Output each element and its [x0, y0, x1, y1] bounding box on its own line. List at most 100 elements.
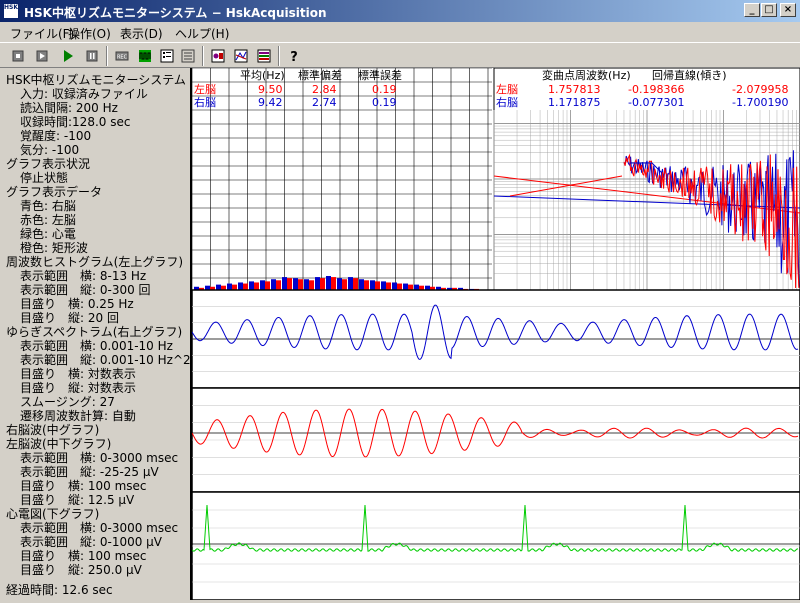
- info-line: 周波数ヒストグラム(左上グラフ): [6, 255, 184, 269]
- info-line: 収録時間:128.0 sec: [20, 115, 131, 129]
- histogram-bar-right: [227, 283, 232, 290]
- info-line: 覚醒度: -100: [20, 129, 92, 143]
- menu-file[interactable]: ファイル(F): [10, 25, 74, 42]
- histogram-header: 標準誤差: [358, 68, 402, 82]
- filter-button[interactable]: [231, 46, 251, 66]
- histogram-value: 9.42: [258, 96, 283, 109]
- histogram-value: 0.19: [372, 83, 397, 96]
- info-line: 経過時間: 12.6 sec: [6, 583, 113, 597]
- list-button[interactable]: [157, 46, 177, 66]
- settings-icon: [181, 49, 195, 63]
- settings-button[interactable]: [178, 46, 198, 66]
- info-line: 心電図(下グラフ): [6, 507, 100, 521]
- play-button[interactable]: [58, 46, 78, 66]
- info-line: グラフ表示状況: [6, 157, 91, 171]
- stop-record-icon: [12, 50, 24, 62]
- histogram-bar-left: [364, 280, 369, 290]
- config-icon: [211, 49, 225, 63]
- maximize-button[interactable]: □: [761, 3, 777, 17]
- info-line: 目盛り 縦: 12.5 μV: [20, 493, 135, 507]
- spectrum-value: -1.700190: [732, 96, 788, 109]
- info-line: HSK中枢リズムモニターシステム: [6, 73, 186, 87]
- spectrum-row-label: 左脳: [496, 83, 518, 96]
- chart-button[interactable]: [254, 46, 274, 66]
- histogram-bar-right: [260, 280, 265, 290]
- histogram-value: 9.50: [258, 83, 283, 96]
- info-line: スムージング: 27: [20, 395, 115, 409]
- menu-view[interactable]: 表示(D): [120, 25, 163, 42]
- rec-button[interactable]: REC: [112, 46, 132, 66]
- play-icon: [64, 50, 73, 62]
- pause-button[interactable]: [82, 46, 102, 66]
- histogram-bar-right: [315, 277, 320, 290]
- histogram-header: 標準偏差: [298, 68, 342, 82]
- info-line: 赤色: 左脳: [20, 213, 76, 227]
- toolbar-separator: [278, 46, 280, 66]
- info-line: 目盛り 縦: 250.0 μV: [20, 563, 142, 577]
- step-icon: [36, 50, 48, 62]
- title-bar: HSK HSK中枢リズムモニターシステム − HskAcquisition _ …: [0, 0, 800, 22]
- waveform-button[interactable]: [135, 46, 155, 66]
- info-line: 入力: 収録済みファイル: [20, 87, 148, 101]
- spectrum-row-label: 右脳: [496, 95, 518, 109]
- histogram-bar-right: [348, 277, 353, 290]
- app-icon: HSK: [3, 3, 19, 19]
- info-line: 緑色: 心電: [20, 227, 76, 241]
- histogram-value: 0.19: [372, 96, 397, 109]
- chart-icon: [257, 49, 271, 63]
- info-line: 目盛り 縦: 対数表示: [20, 381, 136, 395]
- histogram-bar-left: [331, 277, 336, 290]
- histogram-row-label: 左脳: [194, 83, 216, 96]
- info-panel: HSK中枢リズムモニターシステム 入力: 収録済みファイル 読込間隔: 200 Hz…: [0, 68, 191, 600]
- histogram-bar-left: [353, 278, 358, 290]
- menu-help[interactable]: ヘルプ(H): [175, 25, 229, 42]
- rec-icon: REC: [115, 51, 129, 61]
- help-button[interactable]: ?: [284, 46, 304, 66]
- histogram-bar-left: [408, 284, 413, 290]
- info-line: 表示範囲 縦: -25-25 μV: [20, 465, 159, 479]
- info-line: 読込間隔: 200 Hz: [20, 101, 118, 115]
- histogram-bar-left: [287, 278, 292, 290]
- info-line: 表示範囲 横: 0.001-10 Hz: [20, 339, 173, 353]
- menu-bar: ファイル(F) 操作(O) 表示(D) ヘルプ(H): [0, 22, 800, 42]
- info-line: 目盛り 横: 対数表示: [20, 367, 136, 381]
- histogram-bar-right: [392, 282, 397, 290]
- info-line: 表示範囲 縦: 0.001-10 Hz^2: [20, 353, 191, 367]
- histogram-row-label: 右脳: [194, 95, 216, 109]
- info-line: 橙色: 矩形波: [20, 241, 88, 255]
- histogram-bar-left: [386, 282, 391, 290]
- histogram-bar-right: [326, 276, 331, 290]
- info-line: 遷移周波数計算: 自動: [20, 409, 136, 423]
- stop-record-button[interactable]: [8, 46, 28, 66]
- spectrum-value: 1.757813: [548, 83, 601, 96]
- histogram-bar-right: [216, 284, 221, 290]
- info-line: 気分: -100: [20, 143, 80, 157]
- spectrum-value: -0.198366: [628, 83, 684, 96]
- info-line: 表示範囲 横: 8-13 Hz: [20, 269, 147, 283]
- minimize-button[interactable]: _: [744, 3, 760, 17]
- menu-operation[interactable]: 操作(O): [68, 25, 111, 42]
- histogram-bar-right: [282, 277, 287, 290]
- histogram-bar-left: [265, 281, 270, 290]
- histogram-bar-left: [397, 283, 402, 290]
- info-line: 表示範囲 縦: 0-1000 μV: [20, 535, 163, 549]
- graph-area: 平均(Hz) 標準偏差 標準誤差 左脳 9.50 2.84 0.19 右脳 9.42 2.74 0.…: [190, 67, 800, 601]
- info-line: 左脳波(中下グラフ): [6, 437, 112, 451]
- histogram-bar-left: [243, 283, 248, 290]
- histogram-bar-left: [276, 280, 281, 290]
- step-button[interactable]: [32, 46, 52, 66]
- histogram-bar-right: [370, 280, 375, 290]
- close-button[interactable]: ×: [780, 3, 796, 17]
- list-icon: [160, 49, 174, 63]
- info-line: ゆらぎスペクトラム(右上グラフ): [6, 325, 183, 339]
- histogram-bar-left: [320, 278, 325, 290]
- info-line: 目盛り 横: 100 msec: [20, 479, 147, 493]
- svg-text:REC: REC: [117, 55, 128, 61]
- histogram-bar-right: [304, 279, 309, 290]
- spectrum-header: 回帰直線(傾き): [652, 68, 727, 82]
- info-line: 目盛り 縦: 20 回: [20, 311, 119, 325]
- info-line: グラフ表示データ: [6, 185, 103, 199]
- config-button[interactable]: [208, 46, 228, 66]
- toolbar-separator: [106, 46, 108, 66]
- histogram-bar-right: [249, 281, 254, 290]
